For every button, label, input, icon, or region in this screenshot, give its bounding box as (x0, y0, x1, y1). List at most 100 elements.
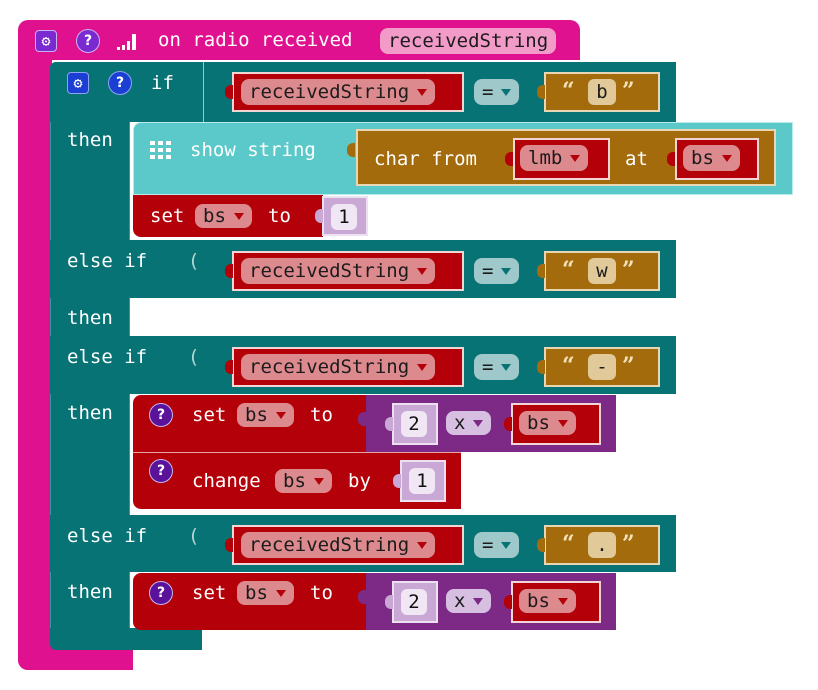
reporter-plug (358, 590, 366, 604)
number-value[interactable]: 1 (409, 468, 435, 494)
variable-dropdown-bs[interactable]: bs (683, 145, 740, 171)
paren-icon: ( (188, 346, 200, 368)
variable-dropdown-bs[interactable]: bs (195, 204, 252, 228)
dropdown-arrow-icon (473, 419, 484, 427)
dropdown-arrow-icon (721, 154, 732, 162)
reporter-plug (505, 152, 513, 166)
else-if-label: else if (67, 525, 148, 547)
text-value[interactable]: . (588, 532, 616, 558)
if-block-footer (50, 628, 202, 650)
dropdown-arrow-icon (557, 419, 568, 427)
text-value[interactable]: - (588, 354, 616, 380)
variable-dropdown-bs[interactable]: bs (519, 411, 576, 435)
variable-dropdown-lmb[interactable]: lmb (520, 145, 589, 171)
reporter-plug (385, 595, 393, 609)
dropdown-arrow-icon (557, 597, 568, 605)
then-label: then (67, 402, 113, 424)
compare-operator-dropdown[interactable]: = (474, 354, 520, 380)
help-icon[interactable]: ? (149, 459, 173, 483)
compare-operator-dropdown[interactable]: = (474, 258, 520, 284)
open-quote-icon: “ (562, 531, 575, 557)
dropdown-arrow-icon (501, 88, 512, 96)
else-if-label: else if (67, 250, 148, 272)
set-label: set (192, 404, 227, 426)
dropdown-arrow-icon (417, 541, 428, 549)
reporter-plug (225, 360, 233, 374)
variable-dropdown-receivedString[interactable]: receivedString (241, 258, 436, 284)
if-label: if (151, 72, 174, 94)
then-label: then (67, 581, 113, 603)
reporter-plug (225, 85, 233, 99)
dropdown-arrow-icon (473, 597, 484, 605)
set-label: set (150, 205, 185, 227)
variable-dropdown-bs[interactable]: bs (237, 403, 294, 427)
show-string-label: show string (190, 139, 316, 161)
reporter-plug (537, 360, 545, 374)
paren-icon: ( (188, 250, 200, 272)
variable-dropdown-receivedString[interactable]: receivedString (241, 532, 436, 558)
dropdown-arrow-icon (417, 363, 428, 371)
event-block-bottom (18, 648, 133, 670)
reporter-plug (504, 595, 512, 609)
help-icon[interactable]: ? (149, 403, 173, 427)
reporter-plug (393, 474, 401, 488)
led-grid-icon (150, 141, 172, 159)
dropdown-arrow-icon (570, 154, 581, 162)
variable-dropdown-bs[interactable]: bs (237, 581, 294, 605)
close-quote-icon: ” (622, 531, 635, 557)
reporter-plug (667, 152, 675, 166)
dropdown-arrow-icon (501, 267, 512, 275)
dropdown-arrow-icon (501, 363, 512, 371)
gear-icon[interactable]: ⚙ (67, 72, 89, 94)
to-label: to (310, 582, 333, 604)
open-quote-icon: “ (562, 257, 575, 283)
reporter-plug (504, 417, 512, 431)
reporter-plug (225, 538, 233, 552)
set-label: set (192, 582, 227, 604)
paren-icon: ( (188, 525, 200, 547)
compare-operator-dropdown[interactable]: = (474, 79, 520, 105)
dropdown-arrow-icon (313, 477, 324, 485)
number-value[interactable]: 2 (401, 411, 427, 437)
event-title: on radio received (158, 29, 353, 51)
text-value[interactable]: w (588, 258, 616, 284)
gear-icon[interactable]: ⚙ (35, 30, 57, 52)
dropdown-arrow-icon (275, 589, 286, 597)
dropdown-arrow-icon (233, 212, 244, 220)
variable-dropdown-bs[interactable]: bs (519, 589, 576, 613)
dropdown-arrow-icon (417, 88, 428, 96)
compare-operator-dropdown[interactable]: = (474, 532, 520, 558)
number-value[interactable]: 2 (401, 589, 427, 615)
dropdown-arrow-icon (501, 541, 512, 549)
received-string-param[interactable]: receivedString (380, 28, 557, 54)
close-quote-icon: ” (622, 257, 635, 283)
variable-dropdown-receivedString[interactable]: receivedString (241, 354, 436, 380)
arithmetic-operator-dropdown[interactable]: x (446, 589, 492, 613)
help-icon[interactable]: ? (76, 29, 100, 53)
dropdown-arrow-icon (417, 267, 428, 275)
open-quote-icon: “ (562, 78, 575, 104)
reporter-plug (537, 85, 545, 99)
help-icon[interactable]: ? (108, 71, 132, 95)
reporter-plug (315, 209, 323, 223)
reporter-plug (385, 417, 393, 431)
reporter-plug (347, 143, 355, 157)
then-label: then (67, 307, 113, 329)
variable-dropdown-receivedString[interactable]: receivedString (241, 79, 436, 105)
close-quote-icon: ” (622, 78, 635, 104)
event-block-left-arm (18, 58, 52, 670)
change-label: change (192, 470, 261, 492)
by-label: by (348, 470, 371, 492)
open-quote-icon: “ (562, 353, 575, 379)
reporter-plug (225, 264, 233, 278)
else-if-label: else if (67, 346, 148, 368)
text-value[interactable]: b (588, 79, 616, 105)
empty-statement-slot[interactable] (132, 298, 818, 336)
reporter-plug (537, 538, 545, 552)
number-value[interactable]: 1 (331, 204, 357, 230)
variable-dropdown-bs[interactable]: bs (275, 469, 332, 493)
help-icon[interactable]: ? (149, 581, 173, 605)
dropdown-arrow-icon (275, 411, 286, 419)
arithmetic-operator-dropdown[interactable]: x (446, 411, 492, 435)
to-label: to (310, 404, 333, 426)
